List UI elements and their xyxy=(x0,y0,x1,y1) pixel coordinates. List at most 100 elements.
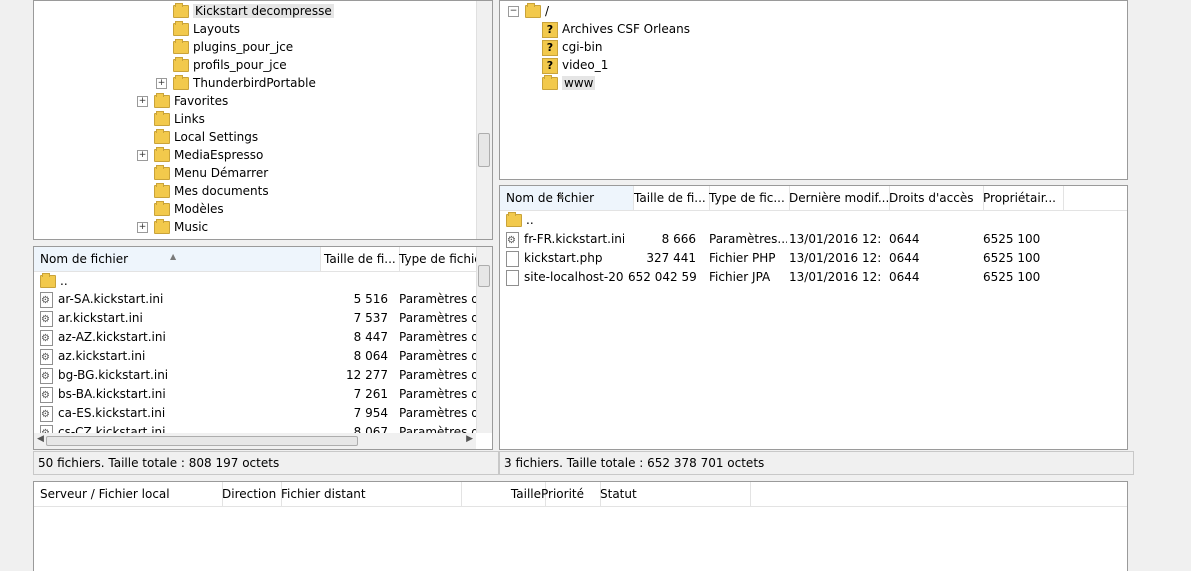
remote-tree-item[interactable]: ? Archives CSF Orleans xyxy=(542,20,690,38)
local-file-row[interactable]: bs-BA.kickstart.ini 7 261 Paramètres de xyxy=(34,385,476,403)
local-file-name-cell: ar-SA.kickstart.ini xyxy=(40,290,310,308)
local-file-row[interactable]: ca-ES.kickstart.ini 7 954 Paramètres de xyxy=(34,404,476,422)
local-file-name: bs-BA.kickstart.ini xyxy=(58,387,166,401)
local-tree-item-label: MediaEspresso xyxy=(174,148,264,162)
sort-arrow-icon: ▲ xyxy=(170,252,177,261)
remote-col-modified[interactable]: Dernière modif... xyxy=(783,186,890,210)
local-file-name-cell: bg-BG.kickstart.ini xyxy=(40,366,310,384)
unknown-folder-icon: ? xyxy=(542,21,558,38)
remote-file-name-text: fr-FR.kickstart.ini xyxy=(524,232,624,246)
folder-icon xyxy=(173,3,189,18)
remote-file-row[interactable]: site-localhost-201... 652 042 594 Fichier … xyxy=(500,268,1127,286)
local-file-name: az.kickstart.ini xyxy=(58,349,146,363)
remote-tree-item[interactable]: ? video_1 xyxy=(542,56,608,74)
local-tree-item[interactable]: + ThunderbirdPortable xyxy=(156,74,316,92)
local-tree-item[interactable]: Layouts xyxy=(156,20,240,38)
config-file-icon xyxy=(506,231,519,248)
remote-col-type[interactable]: Type de fic... xyxy=(703,186,790,210)
remote-file-list-pane[interactable]: ▲ Nom de fichier Taille de fi... Type de… xyxy=(499,185,1128,450)
config-file-icon xyxy=(40,405,53,422)
file-icon xyxy=(506,269,519,286)
local-col-name[interactable]: ▲ Nom de fichier xyxy=(34,247,321,271)
local-file-size: 5 516 xyxy=(353,292,388,306)
local-tree-item[interactable]: Links xyxy=(137,110,205,128)
local-file-row[interactable]: bg-BG.kickstart.ini 12 277 Paramètres de xyxy=(34,366,476,384)
file-icon xyxy=(506,250,519,267)
remote-tree-item[interactable]: www xyxy=(542,74,596,92)
local-file-list-pane[interactable]: ▲ Nom de fichier Taille de fi... Type de… xyxy=(33,246,493,450)
local-tree-item-label: profils_pour_jce xyxy=(193,58,287,72)
queue-col-priority[interactable]: Priorité xyxy=(535,482,601,506)
remote-file-row[interactable]: fr-FR.kickstart.ini 8 666 Paramètres...13/… xyxy=(500,230,1127,248)
local-file-name-cell: bs-BA.kickstart.ini xyxy=(40,385,310,403)
queue-col-status[interactable]: Statut xyxy=(594,482,751,506)
local-tree[interactable]: Kickstart decompresse Layouts plugins_pour… xyxy=(34,1,476,239)
local-tree-item[interactable]: Local Settings xyxy=(137,128,258,146)
remote-file-row[interactable]: kickstart.php 327 441 Fichier PHP 13/01/201… xyxy=(500,249,1127,267)
remote-file-size: 8 666 xyxy=(661,232,696,246)
local-file-type: Paramètres de xyxy=(399,311,476,325)
local-file-row[interactable]: cs-CZ.kickstart.ini 8 067 Paramètres de xyxy=(34,423,476,433)
remote-file-type: Paramètres... xyxy=(709,232,787,246)
local-list-hscrollbar[interactable]: ◀ ▶ xyxy=(34,433,476,449)
expand-icon[interactable]: + xyxy=(137,150,148,161)
local-file-name: ar.kickstart.ini xyxy=(58,311,143,325)
local-col-type[interactable]: Type de fichier xyxy=(393,247,485,271)
local-tree-item[interactable]: Kickstart decompresse xyxy=(156,2,334,20)
queue-col-server[interactable]: Serveur / Fichier local xyxy=(34,482,223,506)
scroll-right-icon[interactable]: ▶ xyxy=(466,434,473,444)
local-parent-row[interactable]: .. xyxy=(40,272,68,290)
remote-col-perms[interactable]: Droits d'accès xyxy=(883,186,984,210)
local-file-name: cs-CZ.kickstart.ini xyxy=(58,425,166,433)
local-tree-item[interactable]: Mes documents xyxy=(137,182,269,200)
local-tree-item-label: Menu Démarrer xyxy=(174,166,269,180)
config-file-icon xyxy=(40,329,53,346)
local-list-vscrollbar[interactable] xyxy=(476,247,492,433)
queue-col-direction[interactable]: Direction xyxy=(216,482,282,506)
local-tree-item[interactable]: profils_pour_jce xyxy=(156,56,287,74)
remote-col-name[interactable]: ▲ Nom de fichier xyxy=(500,186,634,210)
scroll-left-icon[interactable]: ◀ xyxy=(37,434,44,444)
expand-icon[interactable]: + xyxy=(156,78,167,89)
music-folder-icon xyxy=(154,219,170,234)
local-tree-item[interactable]: + Music xyxy=(137,218,208,236)
local-tree-pane[interactable]: Kickstart decompresse Layouts plugins_pour… xyxy=(33,0,493,240)
expand-icon[interactable]: + xyxy=(137,222,148,233)
folder-icon xyxy=(506,212,522,227)
local-tree-scrollbar[interactable] xyxy=(476,1,492,239)
remote-tree-root[interactable]: − / xyxy=(508,2,549,20)
queue-col-remote[interactable]: Fichier distant xyxy=(275,482,462,506)
folder-icon xyxy=(154,201,170,216)
collapse-icon[interactable]: − xyxy=(508,6,519,17)
local-file-size: 8 064 xyxy=(353,349,388,363)
local-file-row[interactable]: ar-SA.kickstart.ini 5 516 Paramètres de xyxy=(34,290,476,308)
local-file-row[interactable]: az-AZ.kickstart.ini 8 447 Paramètres de xyxy=(34,328,476,346)
local-tree-item-label: Mes documents xyxy=(174,184,269,198)
remote-tree-item[interactable]: ? cgi-bin xyxy=(542,38,602,56)
expand-icon[interactable]: + xyxy=(137,96,148,107)
transfer-queue-pane[interactable]: Serveur / Fichier local Direction Fichie… xyxy=(33,481,1128,571)
local-file-row[interactable]: az.kickstart.ini 8 064 Paramètres de xyxy=(34,347,476,365)
remote-tree-pane[interactable]: − / ? Archives CSF Orleans? cgi-bin? video_1… xyxy=(499,0,1128,180)
local-tree-item[interactable]: Menu Démarrer xyxy=(137,164,268,182)
local-file-name: ar-SA.kickstart.ini xyxy=(58,292,164,306)
queue-header: Serveur / Fichier local Direction Fichie… xyxy=(34,482,1127,507)
local-file-row[interactable]: ar.kickstart.ini 7 537 Paramètres de xyxy=(34,309,476,327)
favorites-folder-icon xyxy=(154,93,170,108)
queue-col-size[interactable]: Taille xyxy=(455,482,546,506)
local-file-name-cell: ca-ES.kickstart.ini xyxy=(40,404,310,422)
local-tree-item[interactable]: + MediaEspresso xyxy=(137,146,263,164)
local-tree-item[interactable]: plugins_pour_jce xyxy=(156,38,293,56)
local-tree-item[interactable]: + Favorites xyxy=(137,92,228,110)
local-file-size: 8 447 xyxy=(353,330,388,344)
remote-file-name: kickstart.php xyxy=(506,249,624,267)
local-list-hscroll-thumb[interactable] xyxy=(46,436,358,446)
local-file-size: 7 261 xyxy=(353,387,388,401)
remote-col-owner[interactable]: Propriétair... xyxy=(977,186,1064,210)
local-tree-scroll-thumb[interactable] xyxy=(478,133,490,167)
remote-parent-row[interactable]: .. xyxy=(506,211,534,229)
local-col-size[interactable]: Taille de fi... xyxy=(318,247,400,271)
local-list-vscroll-thumb[interactable] xyxy=(478,265,490,287)
remote-col-size[interactable]: Taille de fi... xyxy=(628,186,710,210)
local-tree-item[interactable]: Modèles xyxy=(137,200,224,218)
